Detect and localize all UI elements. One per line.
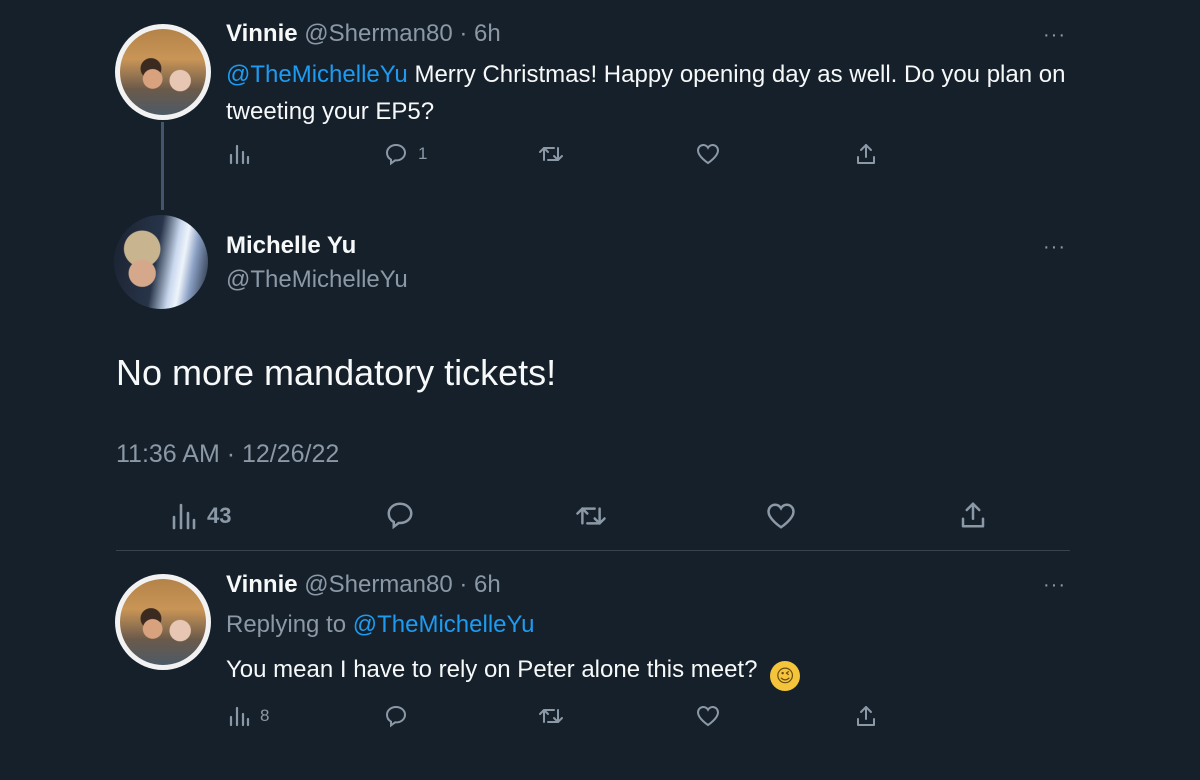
avatar-michelle-yu[interactable]	[114, 215, 208, 309]
reply-text: You mean I have to rely on Peter alone t…	[226, 656, 758, 683]
main-tweet-author-handle[interactable]: @TheMichelleYu	[226, 266, 408, 294]
share-icon	[857, 706, 875, 726]
tweet1-like-button[interactable]	[696, 143, 720, 165]
main-tweet-more-icon[interactable]: ···	[1043, 236, 1066, 259]
tweet1-analytics-button[interactable]	[228, 143, 250, 165]
share-icon	[961, 502, 985, 528]
reply-author-name[interactable]: Vinnie	[226, 571, 298, 598]
like-icon	[767, 503, 795, 529]
tweet1-header: Vinnie @Sherman80 · 6h	[226, 20, 501, 48]
analytics-icon	[229, 706, 250, 727]
main-tweet-share-button[interactable]	[959, 500, 987, 530]
main-tweet-views-count: 43	[207, 503, 232, 528]
reply-views-count: 8	[260, 706, 270, 725]
tweet1-author-handle[interactable]: @Sherman80	[304, 20, 452, 47]
reply-retweet-button[interactable]	[538, 705, 564, 727]
reply-more-icon[interactable]: ···	[1043, 574, 1066, 597]
reply-analytics-button[interactable]: 8	[228, 705, 269, 727]
tweet1-mention[interactable]: @TheMichelleYu	[226, 61, 408, 88]
reply-share-button[interactable]	[855, 704, 877, 728]
analytics-icon	[172, 503, 196, 530]
main-tweet-timestamp[interactable]: 11:36 AM · 12/26/22	[116, 440, 339, 469]
replying-to-label: Replying to	[226, 611, 347, 638]
reply-icon	[387, 502, 413, 530]
share-icon	[857, 144, 875, 164]
tweet1-more-icon[interactable]: ···	[1043, 24, 1066, 47]
main-tweet-author-name-row: Michelle Yu	[226, 232, 356, 260]
tweet1-time[interactable]: 6h	[474, 20, 501, 47]
main-tweet-views-button[interactable]: 43	[171, 502, 231, 530]
replying-to-line: Replying to @TheMichelleYu	[226, 611, 535, 639]
reply-icon	[385, 705, 407, 728]
retweet-icon	[539, 709, 563, 723]
reply-author-handle[interactable]: @Sherman80	[304, 571, 452, 598]
reply-time[interactable]: 6h	[474, 571, 501, 598]
tweet1-text-block: @TheMichelleYu Merry Christmas! Happy op…	[226, 56, 1086, 130]
analytics-icon	[229, 144, 250, 165]
main-tweet-author-name[interactable]: Michelle Yu	[226, 232, 356, 259]
main-tweet-reply-button[interactable]	[385, 500, 415, 530]
tweet1-reply-button[interactable]: 1	[384, 142, 427, 166]
like-icon	[696, 143, 720, 165]
like-icon	[696, 705, 720, 727]
divider	[116, 550, 1070, 551]
main-tweet-text: No more mandatory tickets!	[116, 352, 557, 393]
retweet-icon	[576, 507, 606, 525]
tweet1-retweet-button[interactable]	[538, 143, 564, 165]
winking-face-emoji: 😉	[770, 661, 801, 691]
reply-icon	[385, 143, 407, 166]
main-tweet-like-button[interactable]	[766, 502, 796, 530]
avatar-vinnie-reply[interactable]	[115, 574, 211, 670]
tweet-thread-page: Vinnie @Sherman80 · 6h ··· @TheMichelleY…	[0, 0, 1200, 780]
retweet-icon	[539, 147, 563, 161]
replying-to-handle[interactable]: @TheMichelleYu	[353, 611, 535, 638]
thread-connector-line	[161, 122, 164, 210]
reply-like-button[interactable]	[696, 705, 720, 727]
reply-text-block: You mean I have to rely on Peter alone t…	[226, 651, 1086, 691]
tweet1-author-name[interactable]: Vinnie	[226, 20, 298, 47]
tweet1-reply-count: 1	[418, 144, 428, 163]
reply-reply-button[interactable]	[384, 704, 408, 728]
main-tweet-retweet-button[interactable]	[575, 502, 607, 530]
reply-header: Vinnie @Sherman80 · 6h	[226, 571, 501, 599]
tweet1-share-button[interactable]	[855, 142, 877, 166]
avatar-vinnie[interactable]	[115, 24, 211, 120]
